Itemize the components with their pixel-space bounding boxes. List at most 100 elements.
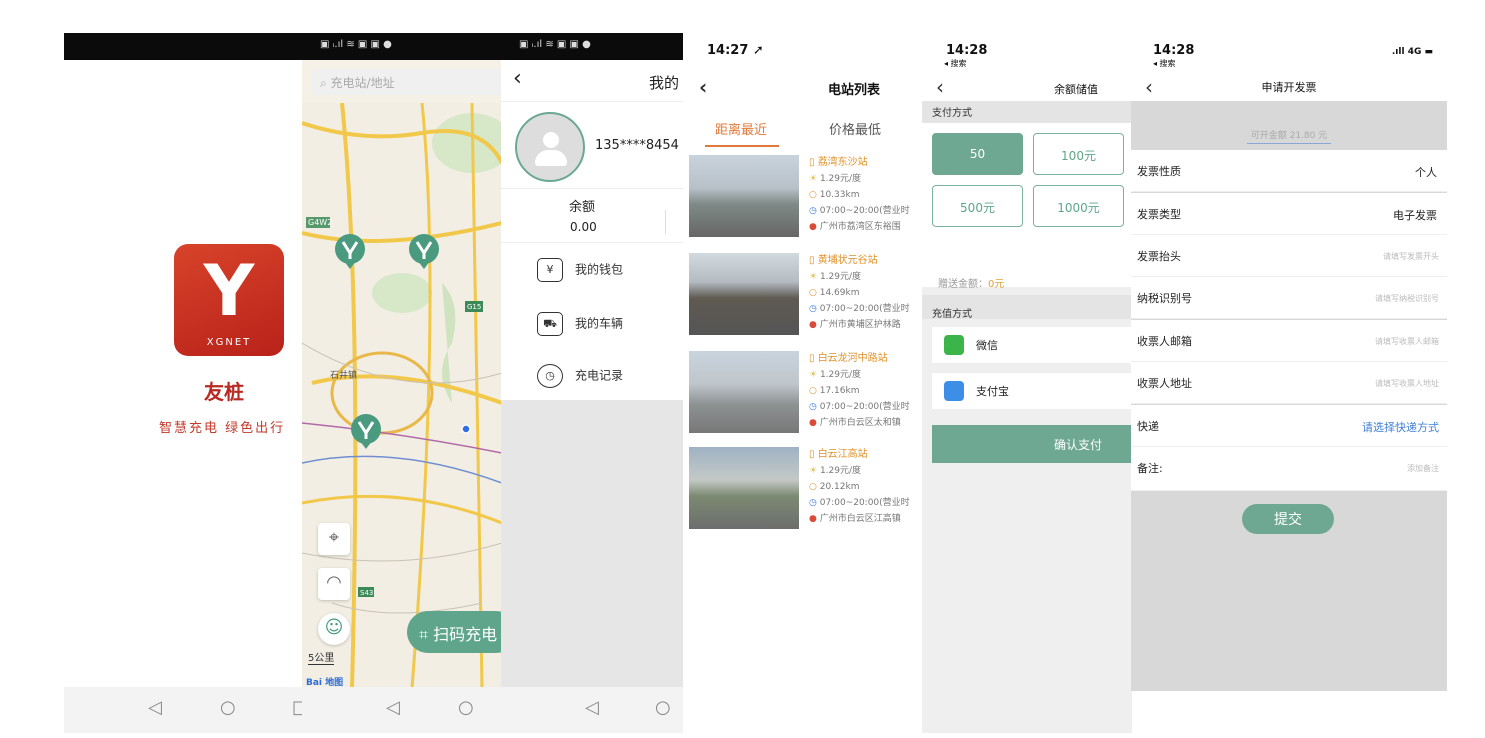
back-nav-icon[interactable]: ◁	[386, 697, 400, 718]
station-hours: ◷ 07:00~20:00(营业时	[809, 206, 910, 216]
refresh-icon[interactable]: ◠	[318, 568, 350, 600]
station-name: ▯ 荔湾东沙站	[809, 157, 868, 168]
amount-option-1000[interactable]: 1000元	[1033, 185, 1124, 227]
profile-screen: ▣ ᵢ.ıl ≋ ▣ ▣ ● ‹ 我的 135****8454 余额 0.00 …	[501, 33, 683, 733]
alipay-icon	[944, 381, 964, 401]
chat-icon[interactable]: ☺	[318, 613, 350, 645]
wechat-icon	[944, 335, 964, 355]
station-name: ▯ 白云龙河中路站	[809, 353, 888, 364]
invoice-field-taxid[interactable]: 纳税识别号 请填写纳税识别号	[1131, 277, 1447, 319]
menu-item-wallet[interactable]: ¥ 我的钱包	[537, 258, 623, 282]
back-to-search[interactable]: ◂ 搜索	[944, 58, 967, 69]
amount-option-50[interactable]: 50	[932, 133, 1023, 175]
menu-label: 我的钱包	[575, 262, 624, 277]
tab-cheapest[interactable]: 价格最低	[829, 119, 881, 138]
status-time: 14:28	[1153, 43, 1195, 58]
scan-charge-button[interactable]: ⌗ 扫码充电	[407, 611, 502, 653]
signal-status: .ıll 4G ▬	[1391, 47, 1433, 57]
select-express-link[interactable]: 请选择快递方式	[1362, 419, 1439, 435]
location-icon: ➚	[752, 43, 764, 58]
search-input[interactable]: ⌕ 充电站/地址	[312, 69, 502, 95]
field-placeholder: 请填写纳税识别号	[1375, 294, 1439, 303]
battery-icon: ▬	[1424, 47, 1433, 57]
map-view[interactable]: G4W2 G4W2 G15 石井镇 S43	[302, 102, 502, 689]
list-item[interactable]: ▯ 白云江高站 ☀ 1.29元/度 ○ 20.12km ◷ 07:00~20:0…	[689, 447, 923, 537]
back-to-search[interactable]: ◂ 搜索	[1153, 58, 1176, 69]
back-icon[interactable]: ‹	[1145, 75, 1153, 99]
invoice-field-email[interactable]: 收票人邮箱 请填写收票人邮箱	[1131, 320, 1447, 362]
station-price: ☀ 1.29元/度	[809, 466, 862, 476]
back-nav-icon[interactable]: ◁	[585, 697, 599, 718]
nav-bar: ◁ ○	[302, 687, 502, 733]
station-list-screen: 14:27 ➚ ‹ 电站列表 距离最近 价格最低 ▯ 荔湾东沙站 ☀ 1.29元…	[685, 33, 923, 733]
status-bar: 14:28 ◂ 搜索 .ıll 4G ▬	[1131, 33, 1447, 73]
avatar[interactable]	[515, 112, 585, 182]
logo-mark: Y	[203, 250, 255, 332]
pay-method-wechat[interactable]: 微信	[932, 327, 1132, 363]
station-photo	[689, 155, 799, 237]
app-logo: Y XGNET	[174, 244, 284, 356]
submit-button[interactable]: 提交	[1242, 504, 1334, 534]
station-price: ☀ 1.29元/度	[809, 272, 862, 282]
menu-label: 充电记录	[575, 368, 624, 383]
recharge-header: ‹ 余额储值	[922, 73, 1132, 101]
menu-label: 我的车辆	[575, 316, 624, 331]
tab-nearest[interactable]: 距离最近	[715, 119, 767, 138]
field-label: 备注:	[1137, 462, 1163, 475]
home-nav-icon[interactable]: ○	[458, 697, 474, 718]
invoice-field-address[interactable]: 收票人地址 请填写收票人地址	[1131, 362, 1447, 404]
field-label: 发票类型	[1137, 208, 1181, 221]
invoice-field-remark[interactable]: 备注: 添加备注	[1131, 447, 1447, 491]
station-photo	[689, 253, 799, 335]
confirm-pay-button[interactable]: 确认支付	[932, 425, 1132, 463]
page-title: 我的	[649, 74, 680, 92]
page-title: 余额储值	[1054, 83, 1098, 96]
station-address: ● 广州市黄埔区护林路	[809, 320, 901, 330]
amount-option-100[interactable]: 100元	[1033, 133, 1124, 175]
invoice-field-nature[interactable]: 发票性质 个人	[1131, 150, 1447, 192]
road-label-text: G4W2	[308, 218, 332, 227]
home-nav-icon[interactable]: ○	[220, 697, 236, 718]
search-icon: ⌕	[320, 76, 331, 90]
list-item[interactable]: ▯ 白云龙河中路站 ☀ 1.29元/度 ○ 17.16km ◷ 07:00~20…	[689, 351, 923, 441]
invoice-screen: 14:28 ◂ 搜索 .ıll 4G ▬ ‹ 申请开发票 可开金额 21.80 …	[1131, 33, 1447, 691]
field-label: 发票性质	[1137, 165, 1181, 178]
status-bar: 14:27 ➚	[685, 33, 923, 73]
splash-screen: Y XGNET 友桩 智慧充电 绿色出行 ◁ ○ □	[64, 33, 304, 733]
car-icon: ⛟	[537, 312, 563, 336]
field-label: 快递	[1137, 420, 1159, 433]
amount-option-500[interactable]: 500元	[932, 185, 1023, 227]
list-item[interactable]: ▯ 黄埔状元谷站 ☀ 1.29元/度 ○ 14.69km ◷ 07:00~20:…	[689, 253, 923, 343]
invoice-field-type[interactable]: 发票类型 电子发票	[1131, 193, 1447, 235]
home-nav-icon[interactable]: ○	[655, 697, 671, 718]
list-item[interactable]: ▯ 荔湾东沙站 ☀ 1.29元/度 ○ 10.33km ◷ 07:00~20:0…	[689, 155, 923, 245]
station-address: ● 广州市白云区江高镇	[809, 514, 901, 524]
back-nav-icon[interactable]: ◁	[148, 697, 162, 718]
map-canvas: G4W2 G4W2 G15 石井镇 S43	[302, 102, 502, 689]
menu-item-vehicle[interactable]: ⛟ 我的车辆	[537, 312, 623, 336]
pay-method-alipay[interactable]: 支付宝	[932, 373, 1132, 409]
bonus-label: 赠送金额：	[938, 279, 988, 290]
balance-label: 余额	[569, 200, 596, 215]
status-bar: 14:28 ◂ 搜索	[922, 33, 1132, 73]
status-time: 14:28	[946, 43, 988, 58]
bonus-amount: 赠送金额：0元	[938, 275, 1004, 290]
road-label-text: G15	[467, 303, 481, 311]
scan-icon: ⌗	[419, 625, 434, 644]
map-scale: 5公里	[308, 649, 335, 665]
invoice-field-title[interactable]: 发票抬头 请填写发票开头	[1131, 235, 1447, 277]
app-name: 友桩	[204, 380, 244, 404]
invoice-field-express[interactable]: 快递 请选择快递方式	[1131, 405, 1447, 447]
back-icon[interactable]: ‹	[513, 66, 522, 91]
nav-bar: ◁ ○	[501, 687, 683, 733]
station-photo	[689, 447, 799, 529]
field-value: 电子发票	[1393, 209, 1437, 222]
recharge-screen: 14:28 ◂ 搜索 ‹ 余额储值 支付方式 50 100元 500元 1000…	[922, 33, 1132, 733]
amount-underline	[1247, 143, 1331, 144]
back-icon[interactable]: ‹	[936, 75, 944, 99]
back-icon[interactable]: ‹	[699, 75, 707, 99]
app-slogan: 智慧充电 绿色出行	[159, 421, 286, 436]
menu-item-records[interactable]: ◷ 充电记录	[537, 364, 623, 388]
locate-icon[interactable]: ⌖	[318, 523, 350, 555]
nav-bar: ◁ ○ □	[64, 687, 304, 733]
